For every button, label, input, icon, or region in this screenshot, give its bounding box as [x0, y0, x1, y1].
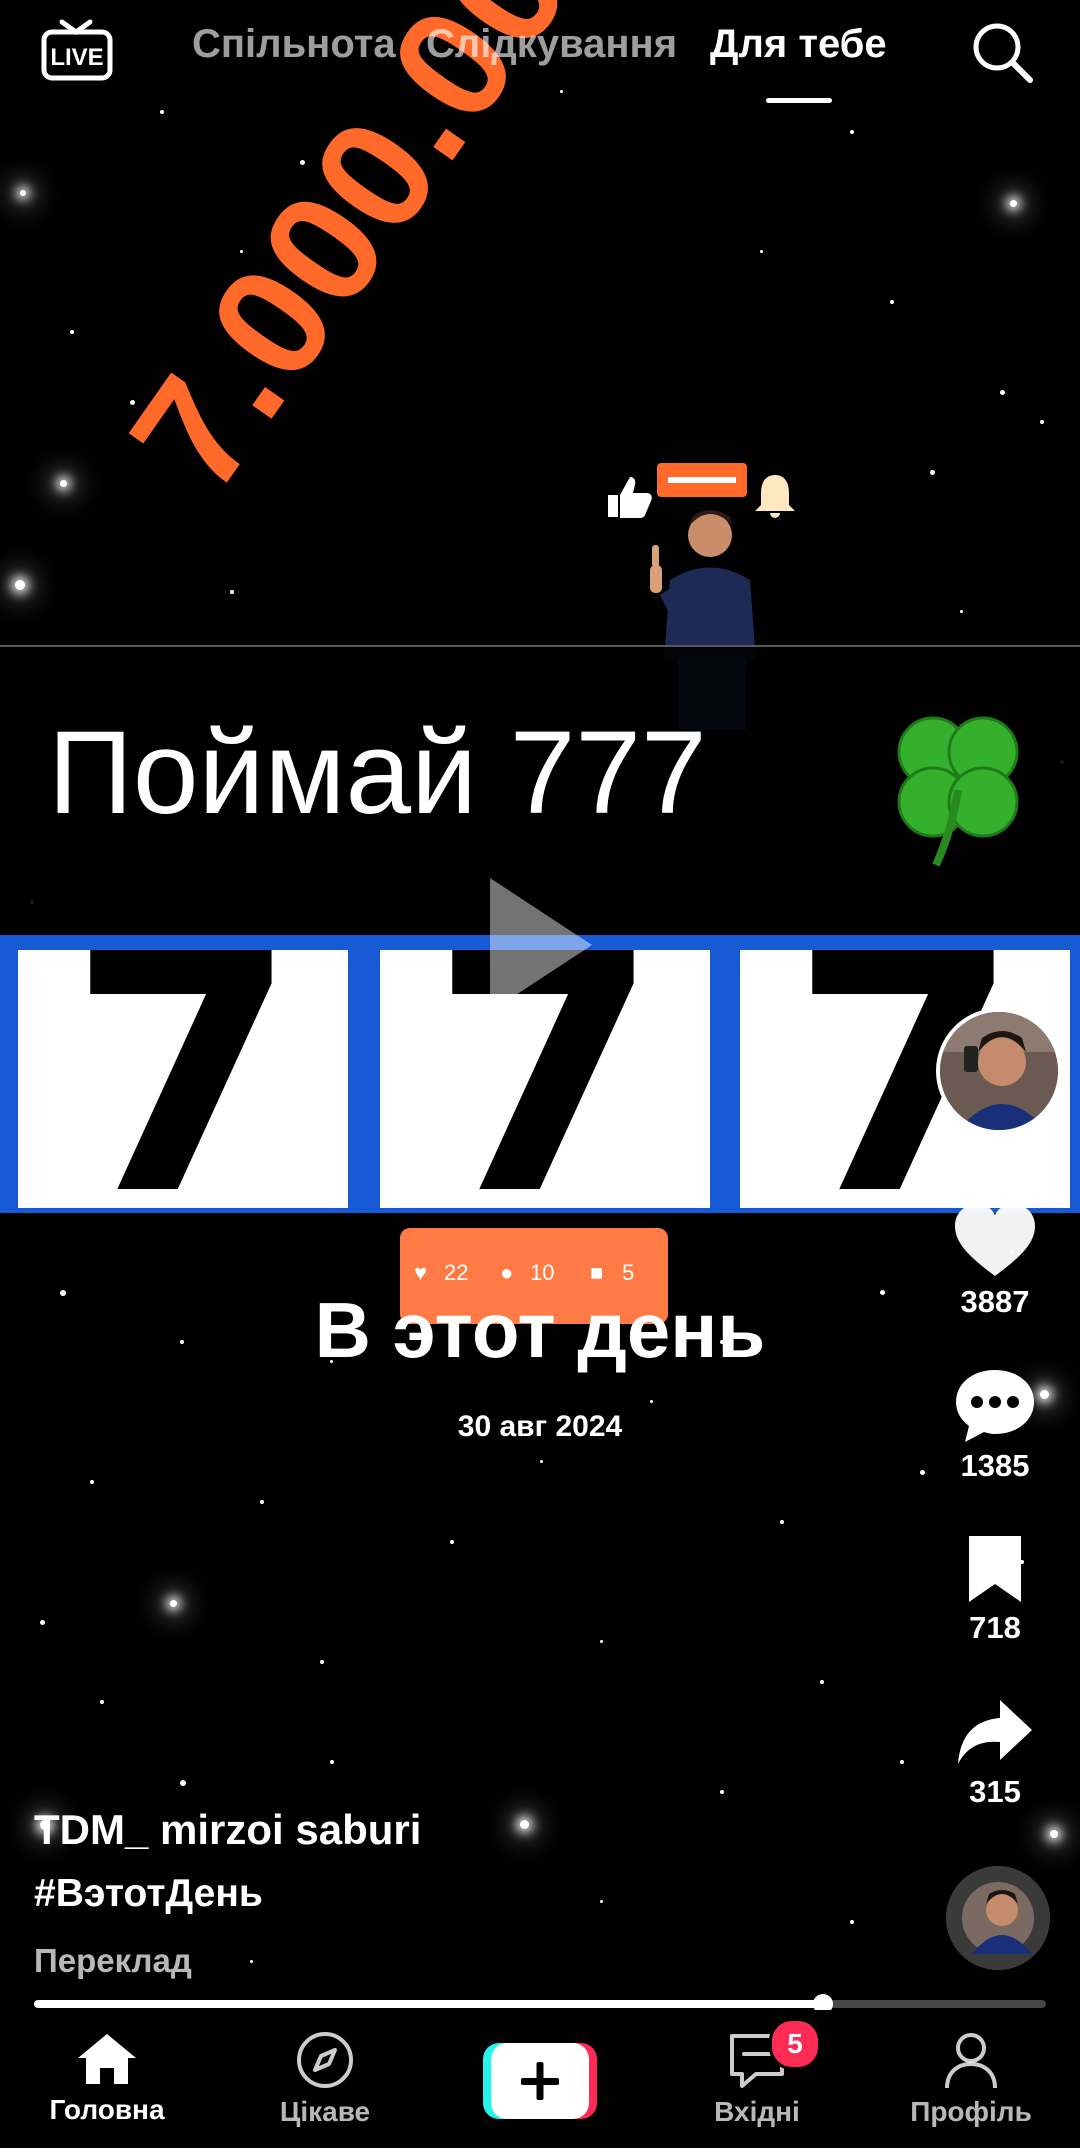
star	[320, 1660, 324, 1664]
video-date: 30 авг 2024	[457, 1410, 623, 1443]
slot-reel: 7	[18, 950, 348, 1208]
comment-button[interactable]: 1385	[940, 1366, 1050, 1484]
profile-person-icon	[945, 2033, 997, 2089]
star	[900, 1760, 904, 1764]
star	[780, 1520, 784, 1524]
star	[520, 1820, 529, 1829]
search-icon[interactable]	[970, 20, 1034, 84]
like-button[interactable]: 3887	[940, 1200, 1050, 1320]
share-button[interactable]: 315	[940, 1696, 1050, 1810]
star	[170, 1600, 177, 1607]
box-count: 5	[622, 1260, 635, 1285]
playback-progress-bar[interactable]	[34, 1994, 1046, 2014]
avatar-photo	[940, 1012, 1058, 1130]
star	[850, 1920, 854, 1924]
nav-inbox-label: Вхідні	[714, 2096, 800, 2127]
save-button[interactable]: 718	[940, 1532, 1050, 1646]
heart-icon	[955, 1204, 1035, 1276]
star	[540, 1460, 543, 1463]
music-disc-avatar[interactable]	[946, 1866, 1050, 1970]
nav-profile-label: Профіль	[910, 2096, 1032, 2127]
tab-community[interactable]: Спільнота	[192, 22, 396, 67]
like-count: 3887	[960, 1284, 1030, 1319]
star	[1050, 1830, 1058, 1838]
star	[930, 470, 935, 475]
nav-profile[interactable]: Профіль	[886, 2030, 1056, 2128]
progress-fill	[34, 2000, 824, 2008]
star	[160, 110, 164, 114]
star	[1010, 200, 1017, 207]
create-button[interactable]	[483, 2043, 597, 2119]
star	[760, 250, 763, 253]
tab-following[interactable]: Слідкування	[426, 22, 677, 67]
avatar-photo	[946, 1866, 1050, 1970]
star	[850, 130, 854, 134]
star	[600, 1900, 603, 1903]
nav-discover[interactable]: Цікаве	[240, 2030, 410, 2128]
compass-icon	[297, 2032, 353, 2088]
bookmark-icon	[969, 1536, 1021, 1602]
reel-digit: 7	[68, 950, 298, 1208]
star	[1040, 420, 1044, 424]
star	[820, 1680, 824, 1684]
nav-home-label: Головна	[49, 2094, 165, 2125]
creator-username[interactable]: TDM_ mirzoi saburi	[34, 1806, 421, 1854]
four-leaf-clover-icon	[897, 716, 1019, 867]
share-count: 315	[969, 1774, 1021, 1809]
star	[40, 1620, 45, 1625]
save-count: 718	[969, 1610, 1021, 1645]
star	[15, 580, 25, 590]
heart-icon: ♥	[414, 1260, 428, 1285]
star	[600, 1640, 603, 1643]
video-catch-text: Поймай 777	[48, 707, 707, 839]
star	[60, 480, 67, 487]
inbox-badge: 5	[769, 2018, 821, 2070]
star	[890, 300, 894, 304]
active-tab-indicator	[766, 98, 832, 103]
play-icon[interactable]	[480, 870, 600, 1020]
box-count: 22	[444, 1260, 469, 1285]
star	[330, 1760, 334, 1764]
comment-count: 1385	[960, 1448, 1030, 1483]
home-icon	[78, 2034, 136, 2084]
star	[230, 590, 234, 594]
nav-home[interactable]: Головна	[22, 2030, 192, 2126]
bookmark-icon: ■	[590, 1260, 604, 1285]
star	[450, 1540, 454, 1544]
star	[100, 1700, 104, 1704]
caption-hashtag[interactable]: #ВэтотДень	[34, 1872, 263, 1916]
star	[260, 1500, 264, 1504]
video-day-title: В этот день	[314, 1286, 766, 1374]
star	[920, 1470, 925, 1475]
live-label: LIVE	[50, 44, 103, 71]
star	[90, 1480, 94, 1484]
star	[20, 190, 26, 196]
comment-icon: ●	[500, 1260, 514, 1285]
star	[650, 1400, 653, 1403]
live-tv-icon[interactable]: LIVE	[40, 14, 114, 82]
tab-for-you[interactable]: Для тебе	[710, 22, 887, 67]
star	[70, 330, 74, 334]
star	[180, 1780, 186, 1786]
share-arrow-icon	[958, 1700, 1032, 1764]
star	[960, 610, 963, 613]
translate-link[interactable]: Переклад	[34, 1942, 192, 1980]
star	[1000, 390, 1005, 395]
top-navigation: LIVE Спільнота Слідкування Для тебе	[0, 0, 1080, 110]
star	[720, 1790, 724, 1794]
creator-avatar[interactable]	[936, 1008, 1062, 1134]
box-count: 10	[530, 1260, 555, 1285]
nav-discover-label: Цікаве	[279, 2096, 371, 2127]
comment-icon	[956, 1370, 1034, 1442]
star	[250, 1960, 253, 1963]
